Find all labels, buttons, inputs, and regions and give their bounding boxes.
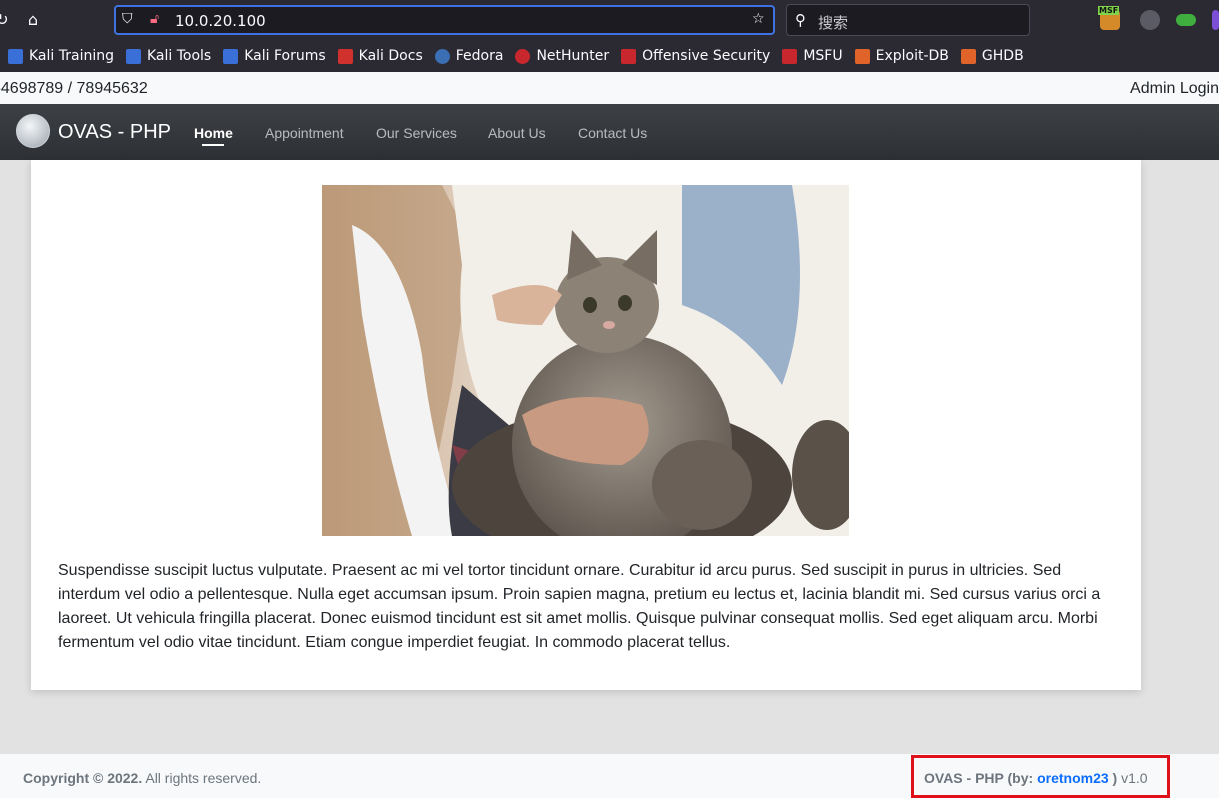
version-label: v1.0	[1117, 770, 1148, 786]
url-text[interactable]: 10.0.20.100	[175, 12, 266, 30]
msf-extension-icon[interactable]: MSF	[1098, 6, 1120, 30]
author-link[interactable]: oretnom23	[1037, 770, 1109, 786]
ghdb-icon	[960, 48, 976, 64]
bookmark-kali-docs[interactable]: Kali Docs	[337, 48, 423, 64]
bookmark-star-icon[interactable]: ☆	[752, 11, 765, 27]
kali-docs-icon	[337, 48, 353, 64]
copyright-year: Copyright © 2022.	[23, 770, 143, 786]
content-card: Suspendisse suscipit luctus vulputate. P…	[31, 160, 1141, 690]
shield-icon[interactable]: ⛉	[122, 11, 133, 27]
fedora-icon	[434, 48, 450, 64]
nethunter-icon	[515, 48, 531, 64]
admin-login-link[interactable]: Admin Login	[1130, 80, 1219, 98]
kali-icon	[8, 48, 23, 64]
copyright-text: Copyright © 2022. All rights reserved.	[23, 770, 261, 786]
search-icon: ⚲	[795, 11, 806, 29]
exploit-db-icon	[854, 48, 870, 64]
search-placeholder[interactable]: 搜索	[818, 12, 848, 33]
copyright-rights: All rights reserved.	[142, 770, 262, 786]
site-footer: Copyright © 2022. All rights reserved. O…	[0, 754, 1219, 798]
offsec-icon	[782, 48, 798, 64]
bookmark-ghdb[interactable]: GHDB	[960, 48, 1024, 64]
offsec-icon	[621, 48, 637, 64]
nav-about-us[interactable]: About Us	[488, 125, 546, 141]
address-bar[interactable]: ⛉ 🔓︎ 10.0.20.100 ☆	[114, 5, 775, 35]
credit-suffix: )	[1108, 770, 1118, 786]
top-info-bar: 54698789 / 78945632 Admin Login	[0, 72, 1219, 104]
browser-toolbar: ↻ ⌂ ⛉ 🔓︎ 10.0.20.100 ☆ ⚲ 搜索 MSF	[0, 0, 1219, 40]
home-icon[interactable]: ⌂	[23, 10, 43, 30]
search-bar[interactable]: ⚲ 搜索	[786, 4, 1030, 36]
bookmark-msfu[interactable]: MSFU	[782, 48, 843, 64]
reload-icon[interactable]: ↻	[0, 10, 12, 30]
nav-appointment[interactable]: Appointment	[265, 125, 344, 141]
contact-phone: 54698789 / 78945632	[0, 80, 148, 97]
brand-logo[interactable]	[16, 114, 50, 148]
nav-contact-us[interactable]: Contact Us	[578, 125, 647, 141]
site-navbar: OVAS - PHP Home Appointment Our Services…	[0, 104, 1219, 160]
bookmark-nethunter[interactable]: NetHunter	[515, 48, 609, 64]
nav-home[interactable]: Home	[194, 125, 233, 141]
bookmark-kali-tools[interactable]: Kali Tools	[125, 48, 211, 64]
bookmark-exploit-db[interactable]: Exploit-DB	[854, 48, 949, 64]
nav-our-services[interactable]: Our Services	[376, 125, 457, 141]
hero-image	[322, 185, 849, 536]
bookmark-kali-forums[interactable]: Kali Forums	[223, 48, 326, 64]
cat-photo	[322, 185, 849, 536]
credit-prefix: OVAS - PHP (by:	[924, 770, 1038, 786]
intro-paragraph: Suspendisse suscipit luctus vulputate. P…	[58, 562, 1101, 651]
credit-text: OVAS - PHP (by: oretnom23 ) v1.0	[924, 770, 1148, 786]
kali-icon	[223, 48, 239, 64]
bookmark-kali-training[interactable]: Kali Training	[8, 48, 114, 64]
bookmark-fedora[interactable]: Fedora	[434, 48, 503, 64]
extension-purple-icon[interactable]	[1212, 10, 1219, 30]
brand-title[interactable]: OVAS - PHP	[58, 121, 171, 144]
lock-insecure-icon[interactable]: 🔓︎	[150, 11, 159, 27]
extension-icon[interactable]	[1140, 10, 1160, 30]
bookmark-offensive-security[interactable]: Offensive Security	[621, 48, 770, 64]
kali-icon	[125, 48, 141, 64]
msf-badge: MSF	[1098, 6, 1120, 15]
js-toggle-icon[interactable]	[1176, 14, 1196, 26]
bookmarks-bar: Kali Training Kali Tools Kali Forums Kal…	[0, 40, 1219, 72]
active-nav-indicator	[202, 144, 224, 146]
